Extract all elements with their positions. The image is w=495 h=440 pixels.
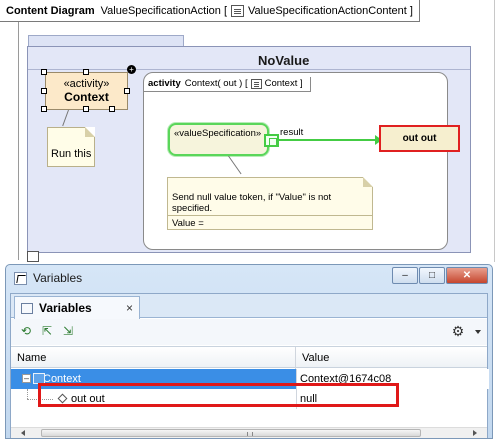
- activity-bracket-close: ]: [299, 78, 303, 89]
- variables-panel: Variables × ⟲ ⇱ ⇲ ⚙ Name Value Context –…: [10, 293, 489, 438]
- tab-strip: Variables ×: [11, 294, 487, 319]
- out-parameter-label: out out: [402, 133, 437, 144]
- variables-table-header: Name Value: [11, 346, 489, 369]
- selection-handle[interactable]: [83, 106, 89, 112]
- grip-icon: [247, 432, 253, 436]
- result-pin-label: result: [280, 127, 304, 138]
- diagram-header-tab: Content Diagram ValueSpecificationAction…: [0, 0, 420, 22]
- context-activity-header: activity Context( out ) [ Context ]: [148, 78, 303, 89]
- diagram-name-label: ValueSpecificationAction: [100, 4, 221, 17]
- diagram-type-label: Content Diagram: [6, 4, 95, 17]
- selection-handle[interactable]: [109, 106, 115, 112]
- import-icon: ⇲: [62, 324, 74, 338]
- export-button[interactable]: ⇱: [38, 323, 56, 340]
- outer-activity-divider: [28, 69, 470, 70]
- note-send-null[interactable]: Send null value token, if "Value" is not…: [167, 177, 373, 230]
- diagram-owner-label: ValueSpecificationActionContent: [248, 4, 407, 17]
- note-run-this-text: Run this: [51, 148, 92, 160]
- activity-header-divider: [144, 91, 310, 92]
- diagram-bracket-open: [: [223, 4, 228, 17]
- refresh-icon: ⟲: [20, 324, 32, 338]
- context-action-node[interactable]: «activity» Context: [45, 72, 128, 110]
- add-pin-icon[interactable]: +: [127, 65, 136, 74]
- tab-variables[interactable]: Variables ×: [14, 296, 140, 319]
- tab-close-icon[interactable]: ×: [126, 301, 133, 315]
- selection-handle[interactable]: [41, 106, 47, 112]
- out-parameter-node[interactable]: out out: [379, 125, 460, 152]
- column-header-value[interactable]: Value: [296, 347, 489, 369]
- note-divider: [168, 215, 372, 216]
- diagram-corner-icon[interactable]: [27, 251, 39, 262]
- diagram-left-border: [18, 22, 19, 260]
- activity-keyword: activity: [148, 78, 181, 89]
- import-button[interactable]: ⇲: [59, 323, 77, 340]
- activity-bracket-open: [: [244, 78, 248, 89]
- selection-handle[interactable]: [83, 69, 89, 75]
- activity-header-edge: [310, 77, 311, 92]
- window-title-bar[interactable]: Variables: [14, 271, 82, 285]
- gear-icon: ⚙: [451, 323, 465, 339]
- tab-variables-label: Variables: [39, 301, 92, 315]
- context-name: Context: [64, 90, 109, 104]
- settings-button[interactable]: ⚙: [449, 323, 467, 340]
- chevron-down-icon[interactable]: [475, 330, 481, 334]
- selection-handle[interactable]: [41, 88, 47, 94]
- outer-activity-title: NoValue: [258, 53, 310, 68]
- selection-handle[interactable]: [124, 88, 130, 94]
- result-output-pin[interactable]: [264, 134, 279, 147]
- highlight-box: [38, 383, 399, 407]
- minimize-button[interactable]: –: [392, 267, 418, 284]
- variables-tab-icon: [21, 302, 33, 314]
- variables-window[interactable]: Variables – □ ✕ Variables × ⟲ ⇱ ⇲ ⚙ Name…: [5, 264, 493, 439]
- close-button[interactable]: ✕: [446, 267, 488, 284]
- column-header-name[interactable]: Name: [11, 347, 296, 369]
- selection-handle[interactable]: [41, 69, 47, 75]
- window-controls: – □ ✕: [391, 267, 488, 284]
- export-icon: ⇱: [41, 324, 53, 338]
- value-specification-action[interactable]: «valueSpecification»: [168, 123, 269, 156]
- variables-window-icon: [14, 271, 27, 285]
- refresh-button[interactable]: ⟲: [17, 323, 35, 340]
- activity-diagram-icon: [250, 78, 262, 89]
- activity-owner: Context: [264, 78, 298, 89]
- scroll-left-icon[interactable]: [21, 430, 25, 436]
- collapse-icon[interactable]: –: [22, 374, 31, 383]
- note-value-text: Value =: [172, 218, 204, 229]
- maximize-button[interactable]: □: [419, 267, 445, 284]
- object-flow-line[interactable]: [279, 139, 379, 141]
- window-title: Variables: [33, 271, 83, 285]
- scrollbar-thumb[interactable]: [41, 429, 421, 437]
- note-send-null-text: Send null value token, if "Value" is not…: [172, 192, 332, 214]
- note-run-this[interactable]: Run this: [47, 127, 95, 167]
- scroll-right-icon[interactable]: [473, 430, 477, 436]
- activity-diagram-icon: [231, 4, 245, 17]
- diagram-bracket-close: ]: [409, 4, 413, 17]
- variables-toolbar: ⟲ ⇱ ⇲ ⚙: [11, 319, 487, 345]
- diagram-canvas[interactable]: Content Diagram ValueSpecificationAction…: [0, 0, 495, 262]
- horizontal-scrollbar[interactable]: [11, 427, 487, 438]
- value-spec-stereotype: «valueSpecification»: [174, 128, 262, 139]
- activity-signature: Context( out ): [184, 78, 243, 89]
